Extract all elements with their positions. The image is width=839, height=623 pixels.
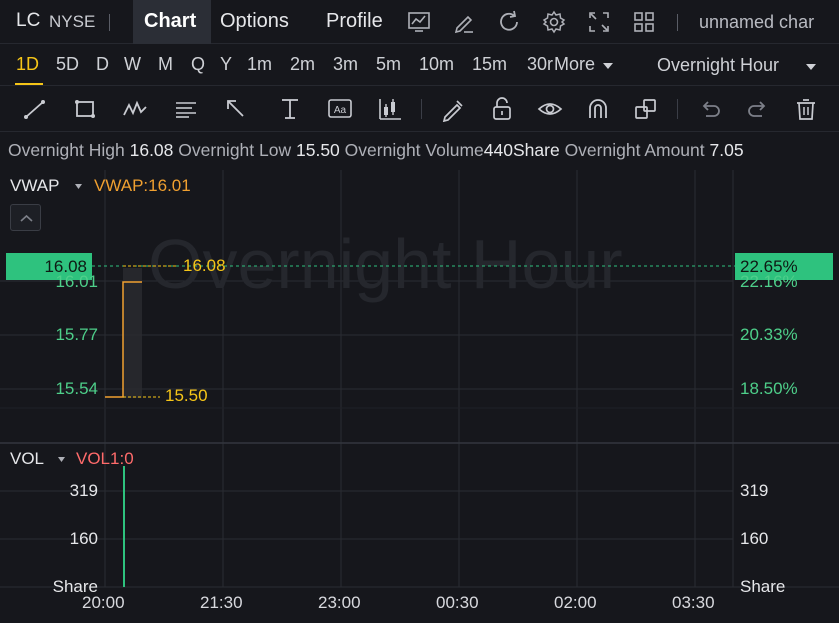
vol-dropdown-icon[interactable] — [58, 457, 65, 462]
vwap-indicator-value: VWAP:16.01 — [94, 176, 191, 195]
y-tick-right: 20.33% — [740, 325, 798, 344]
high-marker-label: 16.08 — [183, 256, 226, 275]
vol-tick-left: 319 — [69, 481, 98, 500]
vol-tick-left: 160 — [69, 529, 98, 548]
candle-body — [123, 268, 142, 398]
collapse-button[interactable] — [10, 204, 41, 231]
y-tick-left: 15.54 — [55, 379, 98, 398]
vwap-dropdown-icon[interactable] — [75, 184, 82, 189]
low-marker-label: 15.50 — [165, 386, 208, 405]
vol-tick-right: 160 — [740, 529, 769, 548]
chart-canvas[interactable]: Overnight Hour — [0, 0, 839, 623]
y-tick-right: 22.16% — [740, 272, 798, 291]
y-tick-left: 16.01 — [55, 272, 98, 291]
x-tick: 23:00 — [318, 593, 361, 612]
y-tick-right: 18.50% — [740, 379, 798, 398]
chevron-up-icon — [20, 214, 33, 222]
x-tick: 21:30 — [200, 593, 243, 612]
vol-panel-label[interactable]: VOL — [10, 449, 44, 469]
x-tick: 03:30 — [672, 593, 715, 612]
vwap-panel-label[interactable]: VWAP — [10, 176, 59, 196]
x-tick: 02:00 — [554, 593, 597, 612]
x-tick: 00:30 — [436, 593, 479, 612]
vol-tick-right: Share — [740, 577, 786, 596]
vol-indicator-value: VOL1:0 — [76, 449, 134, 468]
y-tick-left: 15.77 — [55, 325, 98, 344]
x-tick: 20:00 — [82, 593, 125, 612]
vol-tick-right: 319 — [740, 481, 769, 500]
